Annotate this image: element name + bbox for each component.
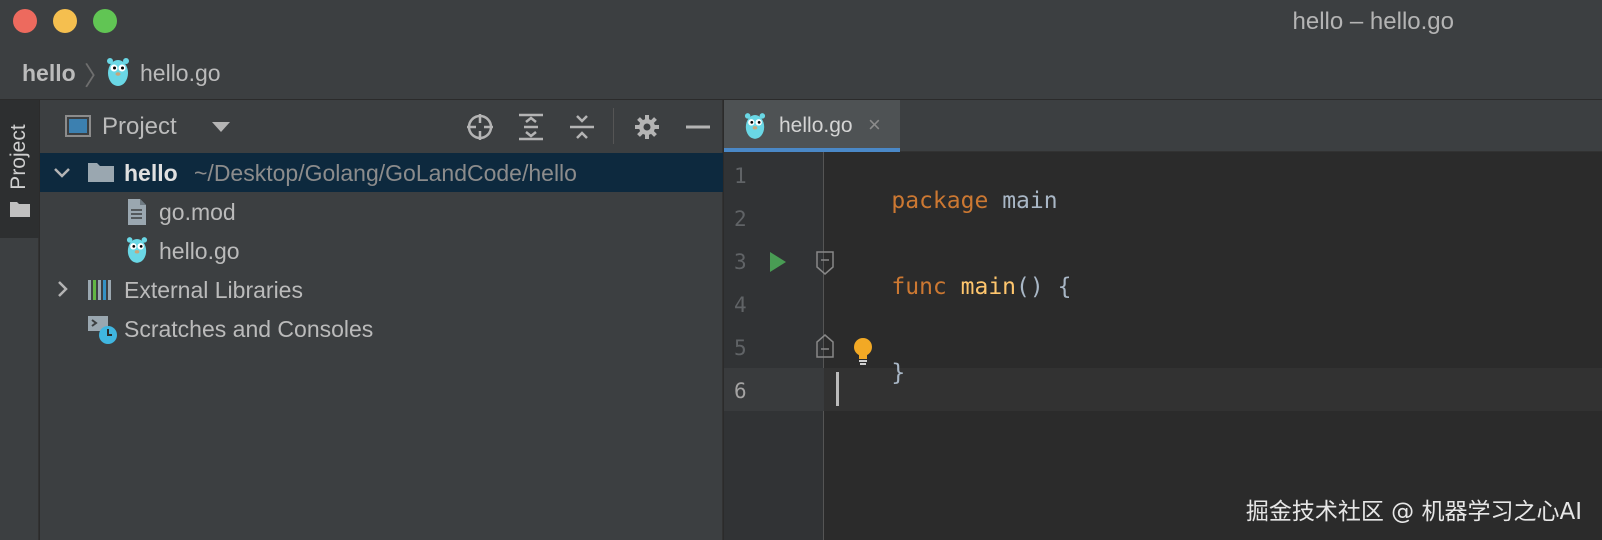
code-punctuation: () { [1016,274,1072,300]
chevron-right-icon[interactable] [52,277,72,306]
title-bar: hello – hello.go [0,0,1602,44]
text-cursor [836,372,839,406]
project-panel-header: Project [40,100,723,152]
collapse-all-icon[interactable] [567,112,597,142]
line-number: 6 [734,379,747,403]
folder-icon [9,200,31,223]
window-close-button[interactable] [13,9,37,33]
editor: hello.go × 1 2 3 4 5 6 package main func… [724,100,1602,540]
code-keyword: func [891,274,947,300]
tree-item-path: ~/Desktop/Golang/GoLandCode/hello [194,160,577,186]
current-line-highlight [824,368,1602,411]
file-icon [127,198,147,231]
lightbulb-icon[interactable] [852,336,874,371]
fold-icon[interactable] [816,251,834,280]
editor-tab-hello-go[interactable]: hello.go × [724,100,900,152]
tree-item-hello-go[interactable]: hello.go [40,231,723,270]
tree-item-label: hello.go [159,238,240,264]
scratches-icon [87,314,119,351]
editor-tab-bar: hello.go × [724,100,1602,152]
close-icon[interactable]: × [868,112,881,138]
gopher-icon [126,236,148,269]
line-number: 5 [734,336,747,360]
tree-item-label: External Libraries [124,277,303,303]
chevron-down-icon[interactable] [212,122,230,132]
code-identifier: main [1002,188,1058,214]
tree-item-external-libraries[interactable]: External Libraries [40,270,723,309]
line-number: 4 [734,293,747,317]
tree-item-label: go.mod [159,199,236,225]
tree-item-scratches[interactable]: Scratches and Consoles [40,309,723,348]
code-line-3[interactable]: func main() { [836,248,1071,326]
folder-icon [87,161,115,188]
breadcrumb-file[interactable]: hello.go [140,60,221,87]
window-maximize-button[interactable] [93,9,117,33]
project-panel: Project hello ~/Desktop/Golang/GoLandCod… [40,100,723,540]
project-tool-tab[interactable]: Project [0,100,39,238]
code-punctuation: } [891,360,906,386]
watermark: 掘金技术社区 @ 机器学习之心AI [1245,499,1582,525]
libraries-icon [87,278,115,307]
line-number: 3 [734,250,747,274]
window-minimize-button[interactable] [53,9,77,33]
tree-item-label: hello [124,160,178,186]
window-title: hello – hello.go [1292,8,1454,35]
expand-all-icon[interactable] [516,112,546,142]
editor-tab-label: hello.go [779,114,853,137]
breadcrumb-project[interactable]: hello [22,60,76,87]
tool-window-strip: Project [0,100,39,540]
project-view-selector[interactable]: Project [102,113,177,141]
code-line-1[interactable]: package main [836,162,1058,240]
fold-icon[interactable] [816,334,834,363]
code-function-name: main [960,274,1017,300]
line-number: 2 [734,207,747,231]
code-keyword: package [891,188,989,214]
locate-icon[interactable] [465,112,495,142]
gopher-icon [744,112,766,145]
line-number: 1 [734,164,747,188]
hide-icon[interactable] [683,112,713,142]
gopher-icon [106,57,130,92]
tree-item-project-root[interactable]: hello ~/Desktop/Golang/GoLandCode/hello [40,153,723,192]
gear-icon[interactable] [632,112,662,142]
run-icon[interactable] [770,252,786,272]
header-divider [613,108,614,144]
tree-item-go-mod[interactable]: go.mod [40,192,723,231]
project-tool-label: Project [7,124,30,190]
project-view-icon [65,115,91,137]
chevron-down-icon[interactable] [52,160,72,189]
tree-item-label: Scratches and Consoles [124,316,374,342]
breadcrumb: hello 〉 hello.go [0,44,1602,100]
